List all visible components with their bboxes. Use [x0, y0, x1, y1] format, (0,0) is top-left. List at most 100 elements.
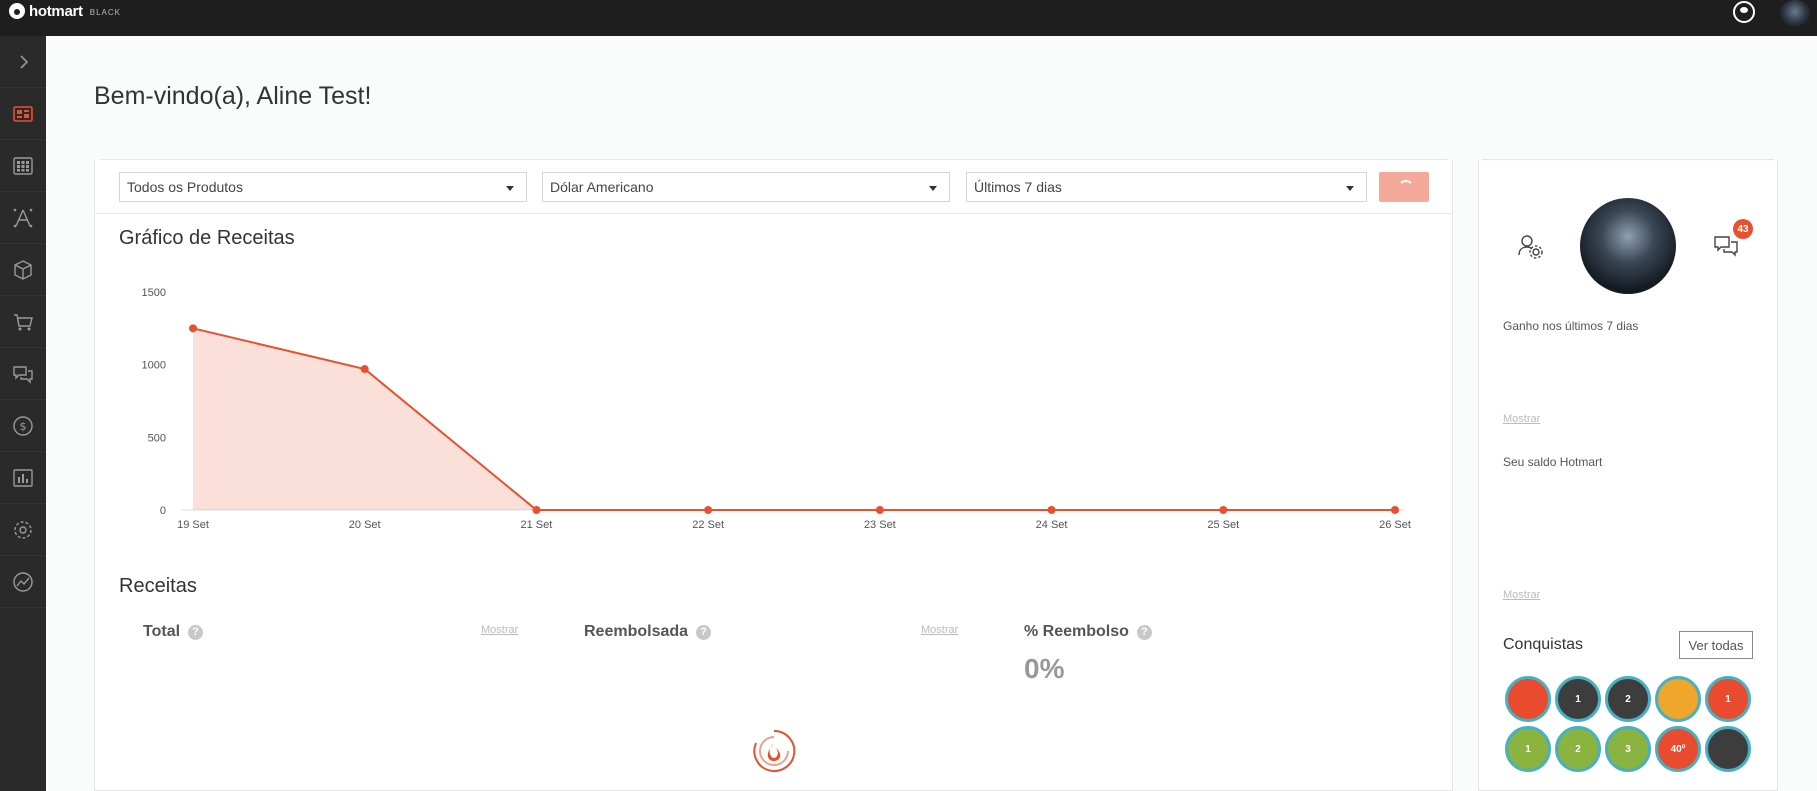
total-label-text: Total — [143, 623, 181, 640]
show-refunded-link[interactable]: Mostrar — [921, 624, 958, 636]
sidebar-item-settings[interactable] — [0, 504, 46, 556]
achievements-grid: 1 2 1 1 2 3 40º — [1505, 676, 1755, 772]
brand-name: hotmart — [29, 2, 83, 20]
show-total-link[interactable]: Mostrar — [481, 624, 518, 636]
affiliates-icon — [13, 208, 33, 227]
x-tick-label: 23 Set — [864, 519, 896, 531]
sidebar-item-apps[interactable] — [0, 140, 46, 192]
achievements-title: Conquistas — [1503, 636, 1584, 653]
help-icon[interactable]: ? — [188, 624, 204, 640]
sidebar-item-messages[interactable] — [0, 348, 46, 400]
apply-filter-button[interactable] — [1379, 172, 1429, 202]
data-point — [875, 506, 884, 514]
loading-flame-icon — [753, 729, 796, 772]
caret-down-icon — [506, 186, 514, 191]
achievement-badge-7[interactable]: 2 — [1555, 726, 1601, 772]
currency-select-value: Dólar Americano — [550, 179, 654, 195]
hotmart-logo[interactable]: hotmart BLACK — [9, 0, 121, 22]
x-tick-label: 26 Set — [1379, 519, 1411, 531]
profile-avatar[interactable] — [1580, 198, 1676, 294]
period-select-value: Últimos 7 dias — [974, 179, 1062, 195]
settings-icon — [14, 520, 32, 539]
sidebar: $ — [0, 36, 46, 791]
community-icon[interactable] — [1733, 1, 1755, 23]
help-icon[interactable]: ? — [1136, 624, 1152, 640]
caret-down-icon — [929, 186, 937, 191]
analytics-icon — [13, 571, 33, 592]
x-tick-label: 21 Set — [521, 519, 553, 531]
product-box-icon — [14, 259, 32, 280]
achievement-badge-1[interactable] — [1505, 676, 1551, 722]
sidebar-item-affiliates[interactable] — [0, 192, 46, 244]
sidebar-item-products[interactable] — [0, 244, 46, 296]
series-area — [193, 328, 1395, 510]
achievement-badge-5[interactable]: 1 — [1705, 676, 1751, 722]
y-tick-label: 1000 — [142, 360, 166, 372]
balance-label: Seu saldo Hotmart — [1503, 455, 1603, 469]
achievement-badge-9[interactable]: 40º — [1655, 726, 1701, 772]
achievement-badge-3[interactable]: 2 — [1605, 676, 1651, 722]
dollar-icon: $ — [13, 415, 33, 436]
achievement-badge-2[interactable]: 1 — [1555, 676, 1601, 722]
achievement-badge-4[interactable] — [1655, 676, 1701, 722]
show-balance-link[interactable]: Mostrar — [1503, 589, 1540, 601]
sidebar-item-dashboard[interactable] — [0, 88, 46, 140]
period-select[interactable]: Últimos 7 dias — [966, 172, 1367, 202]
reports-icon — [13, 468, 33, 487]
filter-row: Todos os Produtos Dólar Americano Último… — [95, 160, 1452, 214]
user-settings-icon[interactable] — [1516, 232, 1546, 262]
x-tick-label: 24 Set — [1036, 519, 1068, 531]
refund-pct-value: 0% — [1024, 653, 1065, 684]
data-point — [704, 506, 713, 514]
revenue-chart: 0 500 1000 1500 19 Set 20 Set 21 Set 22 Set 23 S… — [142, 287, 1411, 531]
cart-icon — [14, 313, 33, 330]
show-earnings-link[interactable]: Mostrar — [1503, 413, 1540, 425]
x-tick-label: 22 Set — [692, 519, 724, 531]
refund-pct-label: % Reembolso ? — [1024, 623, 1152, 641]
caret-down-icon — [1346, 186, 1354, 191]
data-point — [1047, 506, 1056, 514]
achievement-badge-8[interactable]: 3 — [1605, 726, 1651, 772]
top-bar: hotmart BLACK — [0, 0, 1817, 36]
divider — [1482, 159, 1774, 160]
view-all-achievements-button[interactable]: Ver todas — [1679, 631, 1753, 659]
earnings-label: Ganho nos últimos 7 dias — [1503, 319, 1639, 333]
achievement-badge-6[interactable]: 1 — [1505, 726, 1551, 772]
y-tick-label: 0 — [160, 505, 166, 517]
total-label: Total ? — [143, 623, 204, 641]
sidebar-item-analytics[interactable] — [0, 556, 46, 608]
currency-select[interactable]: Dólar Americano — [542, 172, 950, 202]
help-icon[interactable]: ? — [696, 624, 712, 640]
sidebar-item-sales[interactable] — [0, 296, 46, 348]
apps-grid-icon — [13, 156, 33, 175]
x-tick-label: 20 Set — [349, 519, 381, 531]
brand-sub: BLACK — [89, 8, 121, 17]
revenue-section-title: Receitas — [119, 575, 197, 597]
achievement-badge-10[interactable] — [1705, 726, 1751, 772]
hotmart-logo-icon — [9, 3, 25, 19]
x-tick-label: 19 Set — [177, 519, 209, 531]
data-point — [1219, 506, 1228, 514]
chat-icon — [13, 365, 33, 384]
y-tick-label: 1500 — [142, 287, 166, 299]
sidebar-expand[interactable] — [0, 36, 46, 88]
product-select-value: Todos os Produtos — [127, 179, 243, 195]
refund-pct-label-text: % Reembolso — [1024, 623, 1129, 640]
svg-text:$: $ — [20, 420, 27, 433]
refunded-label: Reembolsada ? — [584, 623, 712, 641]
chevron-right-icon — [20, 54, 29, 69]
notification-badge: 43 — [1733, 219, 1753, 239]
user-avatar[interactable] — [1780, 0, 1810, 26]
data-point — [532, 506, 541, 514]
y-tick-label: 500 — [148, 432, 166, 444]
data-point — [1391, 506, 1399, 514]
sidebar-item-reports[interactable] — [0, 452, 46, 504]
chart-title: Gráfico de Receitas — [119, 227, 295, 249]
data-point — [360, 365, 369, 374]
sidebar-item-finance[interactable]: $ — [0, 400, 46, 452]
product-select[interactable]: Todos os Produtos — [119, 172, 527, 202]
page-title: Bem-vindo(a), Aline Test! — [94, 82, 372, 110]
x-tick-label: 25 Set — [1207, 519, 1239, 531]
data-point — [189, 324, 197, 333]
dashboard-icon — [13, 105, 33, 122]
